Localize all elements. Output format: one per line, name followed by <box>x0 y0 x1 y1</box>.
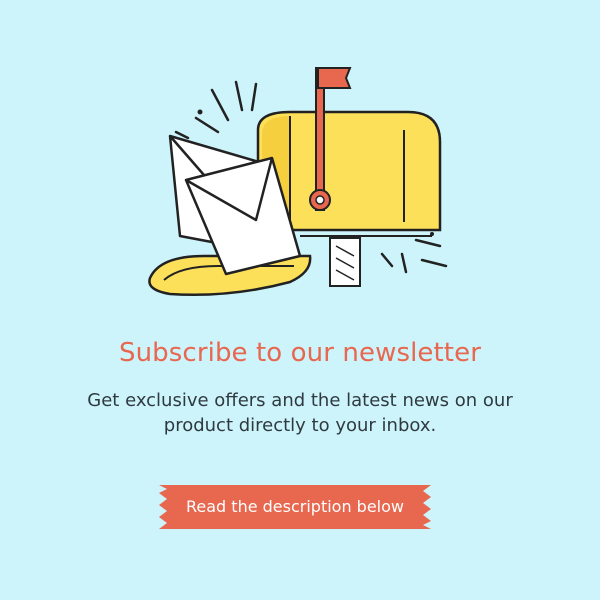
read-description-button-label: Read the description below <box>186 497 404 516</box>
read-description-button[interactable]: Read the description below <box>159 485 431 529</box>
description-text: Get exclusive offers and the latest news… <box>87 390 513 436</box>
mailbox-illustration <box>140 60 460 300</box>
newsletter-card: Subscribe to our newsletter Get exclusiv… <box>0 0 600 600</box>
mailbox-icon <box>148 67 448 297</box>
page-title: Subscribe to our newsletter <box>119 338 481 368</box>
